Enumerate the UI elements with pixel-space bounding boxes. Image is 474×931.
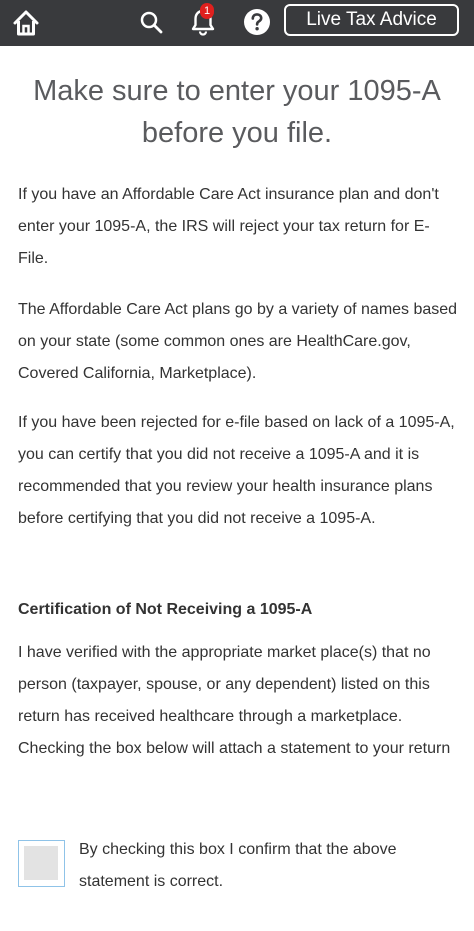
certification-statement: I have verified with the appropriate mar…	[18, 644, 451, 757]
home-button[interactable]	[8, 5, 44, 41]
certification-heading: Certification of Not Receiving a 1095-A	[18, 601, 313, 618]
top-navigation-bar: 1 Live Tax Advice	[0, 0, 474, 46]
search-button[interactable]	[134, 5, 168, 39]
checkbox-fill	[24, 846, 58, 880]
search-icon	[140, 11, 163, 34]
help-icon	[244, 9, 270, 35]
confirm-checkbox-label: By checking this box I confirm that the …	[79, 841, 397, 890]
help-button[interactable]	[239, 4, 275, 40]
intro-paragraph: If you have an Affordable Care Act insur…	[18, 186, 439, 267]
rejection-paragraph: If you have been rejected for e-file bas…	[18, 414, 455, 527]
plan-names-paragraph: The Affordable Care Act plans go by a va…	[18, 301, 458, 382]
live-tax-advice-button[interactable]: Live Tax Advice	[284, 4, 459, 36]
home-icon	[13, 10, 39, 36]
notification-badge: 1	[200, 3, 214, 19]
page-title: Make sure to enter your 1095-A before yo…	[33, 75, 441, 149]
confirm-checkbox[interactable]	[18, 840, 65, 887]
